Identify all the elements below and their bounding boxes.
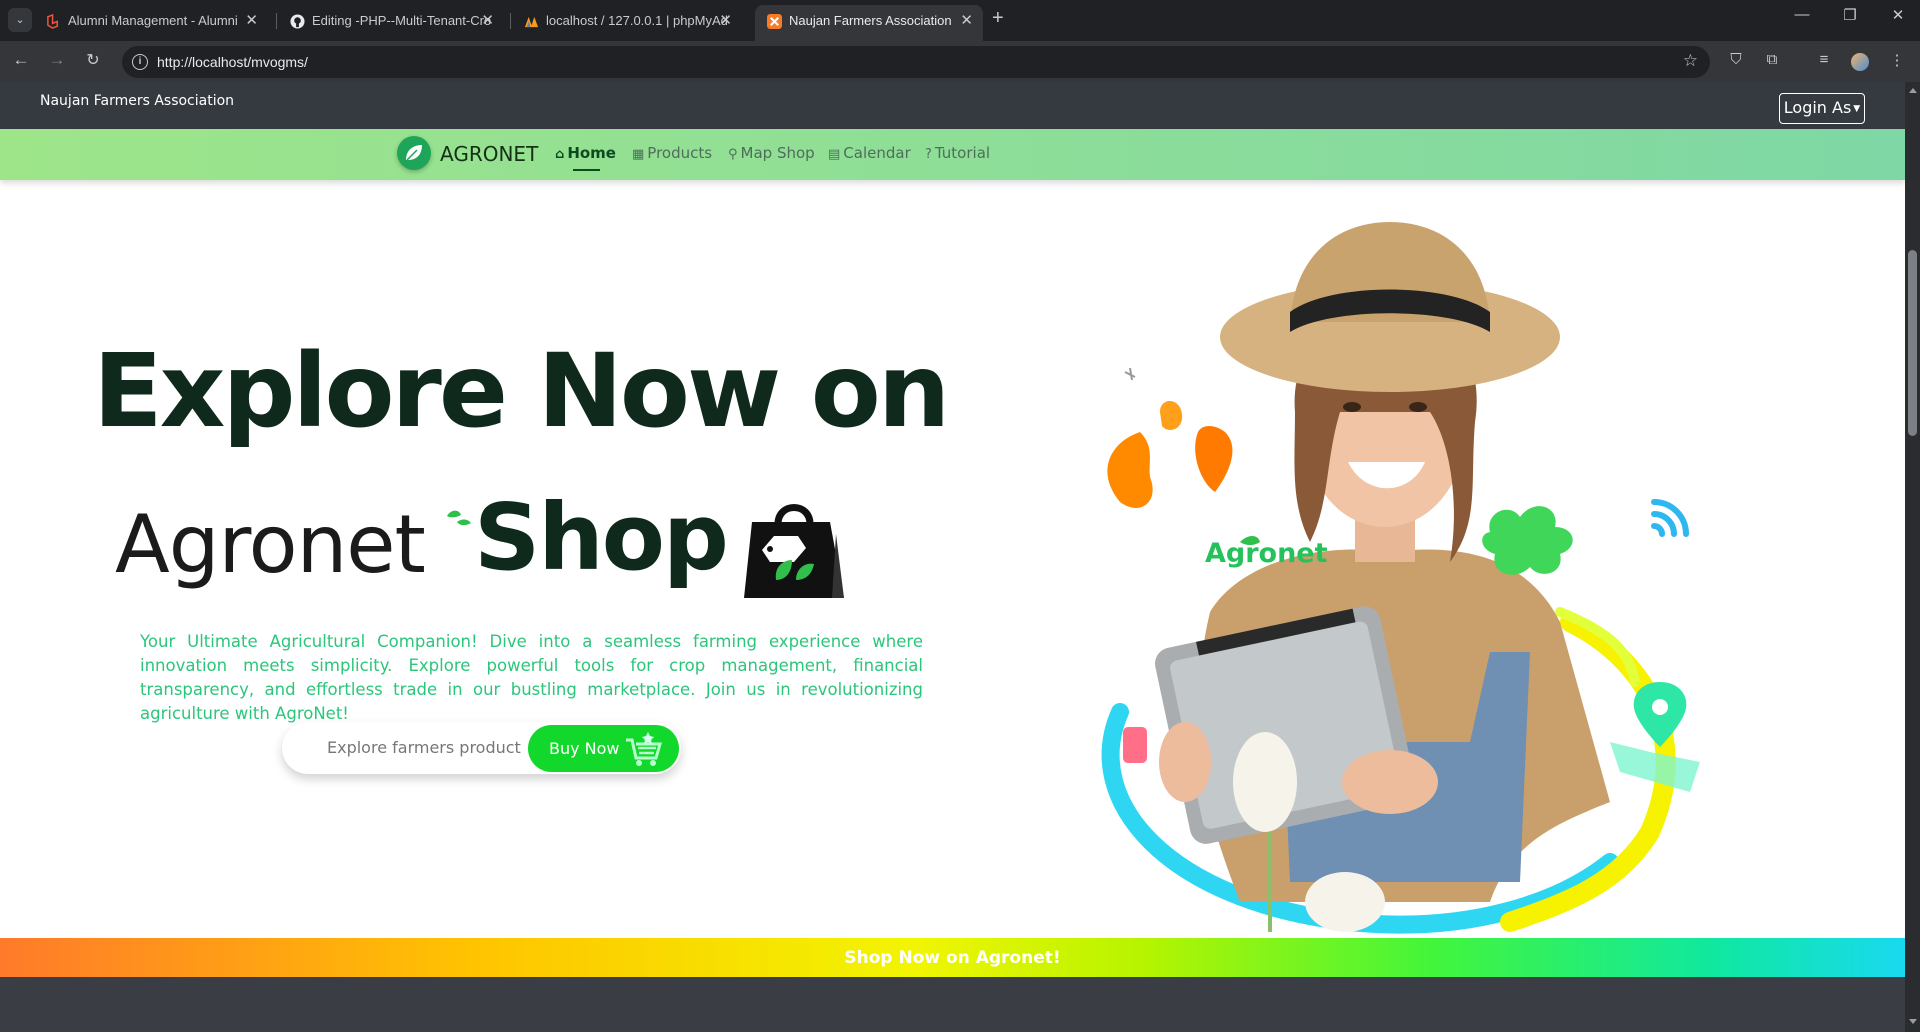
reload-icon[interactable]: ↻	[82, 50, 104, 70]
browser-toolbar: ← → ↻ i http://localhost/mvogms/ ☆ ⛉ ⧉ ≡…	[0, 41, 1920, 82]
farmer-woman-with-tablet-image	[1101, 222, 1700, 934]
close-icon[interactable]: ✕	[960, 5, 973, 37]
promo-text[interactable]: Shop Now on Agronet!	[0, 948, 1905, 968]
scroll-down-arrow-icon[interactable]	[1909, 1019, 1917, 1024]
close-icon[interactable]: ✕	[481, 5, 494, 37]
forward-icon[interactable]: →	[46, 50, 68, 70]
shopping-bag-icon	[744, 504, 844, 598]
shield-extension-icon[interactable]: ⛉	[1725, 51, 1747, 68]
profile-avatar[interactable]	[1851, 53, 1869, 71]
login-label: Login As	[1783, 98, 1852, 117]
close-icon[interactable]: ✕	[245, 5, 258, 37]
buy-now-label: Buy Now	[549, 739, 620, 758]
home-icon: ⌂	[555, 147, 565, 162]
nav-label: Products	[647, 144, 713, 162]
main-navbar: AGRONET ⌂ Home ▦ Products ⚲ Map Shop ▤ Calen…	[0, 129, 1905, 180]
menu-kebab-icon[interactable]: ⋮	[1886, 51, 1908, 69]
nav-label: Map Shop	[740, 144, 815, 162]
tab-separator	[510, 13, 511, 29]
bookmark-star-icon[interactable]: ☆	[1683, 51, 1698, 71]
phpmyadmin-icon	[524, 16, 539, 28]
browser-tab-github[interactable]: Editing -PHP--Multi-Tenant-Cro ✕	[278, 5, 504, 37]
nav-label: Calendar	[843, 144, 911, 162]
brand-logo-icon[interactable]	[397, 136, 431, 170]
hero-illustration: Agronet	[1090, 182, 1790, 942]
login-as-dropdown[interactable]: Login As ▼	[1779, 93, 1865, 124]
box-icon: ▦	[632, 147, 645, 162]
map-pin-icon: ⚲	[728, 147, 738, 162]
extensions-puzzle-icon[interactable]: ⧉	[1761, 51, 1783, 68]
question-circle-icon: ?	[925, 147, 932, 162]
reading-list-icon[interactable]: ≡	[1813, 51, 1835, 68]
footer-band	[0, 977, 1905, 1032]
promo-banner[interactable]: Shop Now on Agronet!	[0, 938, 1905, 977]
back-icon[interactable]: ←	[10, 50, 32, 70]
tab-title: Naujan Farmers Association	[789, 13, 952, 28]
cta-label: Explore farmers product	[327, 738, 521, 757]
caret-down-icon: ▼	[1853, 103, 1861, 114]
browser-tab-bar: ⌄ Alumni Management - Alumni ✕ Editing -…	[0, 0, 1920, 41]
url-text[interactable]: http://localhost/mvogms/	[157, 46, 308, 78]
address-bar[interactable]: i http://localhost/mvogms/ ☆	[122, 46, 1710, 78]
browser-tab-naujan[interactable]: Naujan Farmers Association ✕	[755, 5, 983, 41]
nav-label: Tutorial	[934, 144, 991, 162]
tab-title: Alumni Management - Alumni	[68, 13, 238, 28]
tab-title: localhost / 127.0.0.1 | phpMyAd	[546, 13, 728, 28]
illustration-brand-text: Agronet	[1205, 538, 1328, 569]
laravel-icon	[47, 14, 58, 29]
window-close-icon[interactable]: ✕	[1878, 6, 1918, 24]
browser-tab-alumni[interactable]: Alumni Management - Alumni ✕	[34, 5, 268, 37]
cart-icon	[626, 732, 662, 766]
tab-title: Editing -PHP--Multi-Tenant-Cro	[312, 13, 492, 28]
scroll-up-arrow-icon[interactable]	[1909, 88, 1917, 93]
nav-calendar[interactable]: ▤ Calendar	[828, 144, 911, 162]
calendar-icon: ▤	[828, 147, 841, 162]
explore-cta: Explore farmers product Buy Now	[282, 722, 681, 774]
browser-tab-phpmyadmin[interactable]: localhost / 127.0.0.1 | phpMyAd ✕	[512, 5, 742, 37]
github-icon	[290, 14, 305, 29]
nav-products[interactable]: ▦ Products	[632, 144, 712, 162]
tab-search-button[interactable]: ⌄	[8, 8, 32, 32]
hero-title: Explore Now on	[93, 332, 950, 451]
minimize-icon[interactable]: —	[1782, 6, 1822, 23]
restore-icon[interactable]: ❐	[1830, 6, 1870, 24]
new-tab-button[interactable]: +	[992, 7, 1004, 30]
leaf-icon	[406, 145, 422, 161]
active-nav-underline	[573, 169, 600, 171]
nav-map-shop[interactable]: ⚲ Map Shop	[728, 144, 815, 162]
page-viewport: Naujan Farmers Association Login As ▼ AGR…	[0, 82, 1905, 1032]
site-info-icon[interactable]: i	[132, 54, 148, 70]
nav-home[interactable]: ⌂ Home	[555, 144, 616, 162]
nav-label: Home	[567, 144, 616, 162]
buy-now-button[interactable]: Buy Now	[528, 725, 679, 772]
scroll-thumb[interactable]	[1908, 250, 1917, 436]
page-scrollbar[interactable]	[1905, 82, 1920, 1032]
hero-description: Your Ultimate Agricultural Companion! Di…	[140, 632, 923, 723]
tab-separator	[276, 13, 277, 29]
close-icon[interactable]: ✕	[719, 5, 732, 37]
site-name: Naujan Farmers Association	[40, 93, 235, 109]
top-header-bar: Naujan Farmers Association Login As ▼	[0, 82, 1905, 129]
nav-tutorial[interactable]: ? Tutorial	[925, 144, 990, 162]
leaf-icon	[447, 510, 471, 526]
brand-name[interactable]: AGRONET	[440, 142, 538, 166]
hero-title-shop: Shop	[474, 484, 729, 591]
xampp-icon	[767, 14, 782, 29]
hero-title-agronet: Agronet	[115, 498, 426, 591]
